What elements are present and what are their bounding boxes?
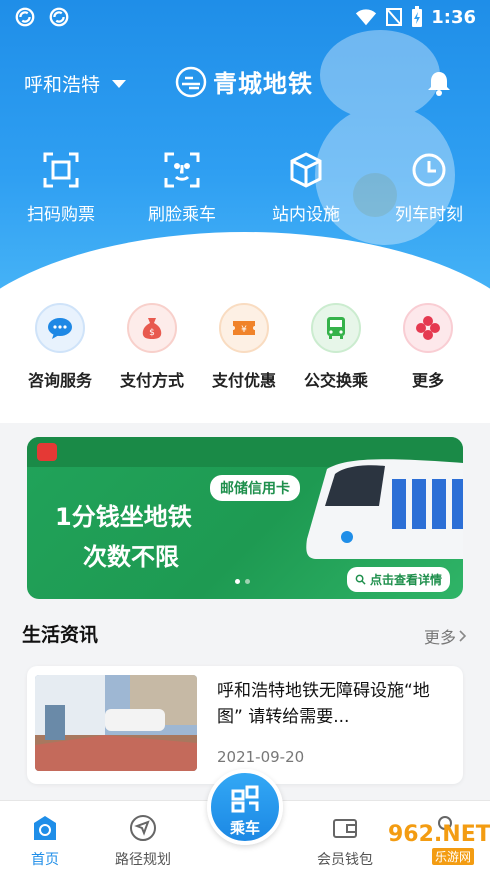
service-label: 公交换乘 [303, 371, 368, 390]
facility-icon [290, 152, 322, 188]
tab-home[interactable]: 首页 [0, 813, 90, 869]
banner-headline: 1分钱坐地铁 [55, 503, 192, 531]
more-icon [403, 303, 453, 353]
service-label: 更多 [411, 371, 444, 390]
clock-time: 1:36 [431, 6, 476, 28]
service-consult[interactable]: 咨询服务 [15, 303, 105, 391]
service-payment-method[interactable]: $ 支付方式 [107, 303, 197, 391]
banner-pagination [235, 579, 250, 584]
quick-train-schedule[interactable]: 列车时刻 [374, 150, 484, 225]
ride-label: 乘车 [229, 819, 260, 837]
compass-icon [130, 815, 156, 841]
service-label: 支付优惠 [211, 371, 276, 390]
wallet-icon [333, 819, 357, 838]
chevron-down-icon [112, 79, 127, 88]
brand: 青城地铁 [175, 64, 313, 99]
banner-cta-label: 点击查看详情 [370, 573, 443, 587]
clock-icon [412, 153, 446, 187]
service-payment-discount[interactable]: ¥ 支付优惠 [199, 303, 289, 391]
service-label: 支付方式 [119, 371, 184, 390]
sync-icon [49, 7, 69, 27]
service-more[interactable]: 更多 [383, 303, 473, 391]
wifi-icon [356, 9, 377, 26]
news-section-title: 生活资讯 [22, 624, 99, 646]
news-date: 2021-09-20 [217, 748, 305, 766]
status-bar: 1:36 [0, 0, 490, 34]
svg-text:$: $ [149, 328, 155, 338]
watermark-sub: 乐游网 [432, 848, 475, 865]
quick-face-ride[interactable]: 刷脸乘车 [127, 150, 237, 225]
quick-label: 扫码购票 [27, 205, 95, 225]
bell-icon[interactable] [424, 68, 454, 98]
ride-button[interactable]: 乘车 [207, 769, 283, 845]
city-label: 呼和浩特 [24, 74, 101, 96]
quick-label: 站内设施 [272, 205, 340, 225]
news-more-link[interactable]: 更多 [424, 624, 468, 648]
banner-subheadline: 次数不限 [83, 543, 179, 571]
svg-text:¥: ¥ [241, 325, 247, 335]
scan-icon [43, 152, 79, 188]
news-title: 呼和浩特地铁无障碍设施“地图” 请转给需要... [217, 681, 430, 727]
battery-icon [412, 6, 423, 27]
hero-header [0, 0, 490, 290]
news-thumbnail [35, 675, 197, 771]
train-illustration [306, 459, 463, 559]
more-label: 更多 [424, 628, 457, 647]
face-icon [164, 152, 200, 188]
city-selector[interactable]: 呼和浩特 [24, 70, 127, 97]
quick-label: 刷脸乘车 [148, 205, 216, 225]
chevron-right-icon [459, 630, 467, 642]
news-card[interactable]: 呼和浩特地铁无障碍设施“地图” 请转给需要... 2021-09-20 [27, 666, 463, 784]
quick-scan-ticket[interactable]: 扫码购票 [6, 150, 116, 225]
pagination-dot-active [235, 579, 240, 584]
service-bus-transfer[interactable]: 公交换乘 [291, 303, 381, 391]
site-watermark: 962.NET 乐游网 [358, 820, 490, 866]
tab-route-planning[interactable]: 路径规划 [98, 813, 188, 869]
chat-icon [35, 303, 85, 353]
top-bar: 呼和浩特 青城地铁 [0, 58, 490, 106]
service-label: 咨询服务 [27, 371, 92, 390]
no-signal-icon [386, 8, 403, 26]
quick-label: 列车时刻 [395, 205, 463, 225]
promo-banner[interactable]: 邮储信用卡 1分钱坐地铁 次数不限 点击查看详情 [27, 437, 463, 599]
tab-label: 首页 [31, 852, 59, 868]
coupon-icon: ¥ [219, 303, 269, 353]
money-bag-icon: $ [127, 303, 177, 353]
watermark-text: 962.NET [388, 822, 490, 847]
metro-logo-icon [175, 66, 207, 97]
tab-label: 路径规划 [115, 852, 171, 868]
brand-title: 青城地铁 [213, 70, 313, 98]
banner-detail-button[interactable]: 点击查看详情 [347, 567, 451, 592]
bus-icon [311, 303, 361, 353]
bank-logo-icon [37, 443, 57, 461]
qr-code-icon [231, 785, 259, 813]
quick-station-facility[interactable]: 站内设施 [251, 150, 361, 225]
banner-tag: 邮储信用卡 [210, 475, 300, 501]
home-icon [34, 816, 56, 840]
pagination-dot [245, 579, 250, 584]
search-icon [355, 574, 366, 585]
sync-icon [15, 7, 35, 27]
